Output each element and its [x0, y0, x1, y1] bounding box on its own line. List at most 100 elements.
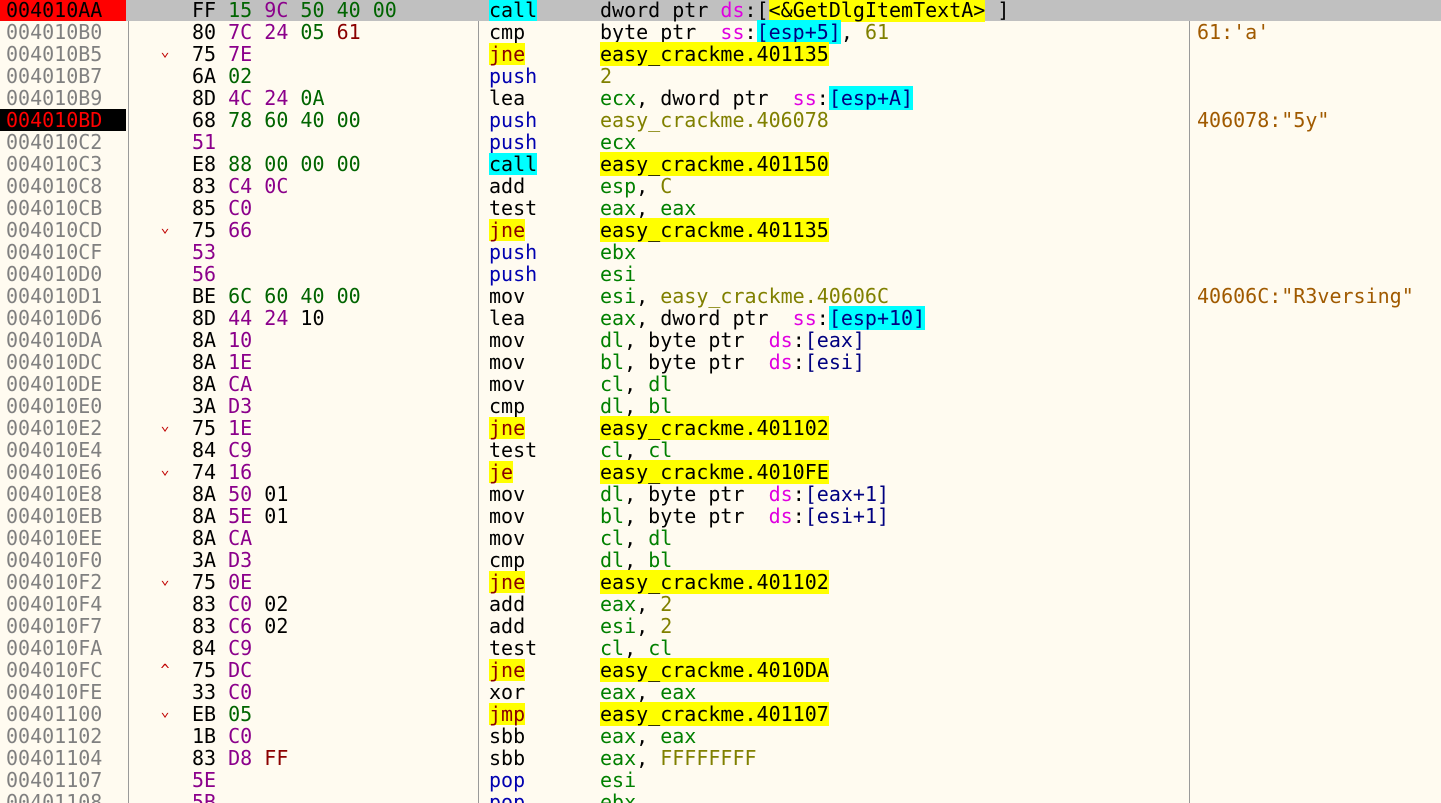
operand-token: , — [624, 372, 649, 396]
address[interactable]: 004010CB — [0, 197, 126, 219]
address[interactable]: 004010D6 — [0, 307, 126, 329]
operand-token: <&GetDlgItemTextA> — [768, 0, 986, 22]
address[interactable]: 004010F0 — [0, 549, 126, 571]
instruction-row[interactable]: 004010E4 84 C9 test cl, cl — [0, 439, 1441, 461]
address[interactable]: 004010C8 — [0, 175, 126, 197]
address[interactable]: 004010EB — [0, 505, 126, 527]
address[interactable]: 004010B7 — [0, 65, 126, 87]
instruction-row[interactable]: 004010AA FF 15 9C 50 40 00 call dword ptr d… — [0, 0, 1441, 22]
instruction-row[interactable]: 00401108 5B pop ebx — [0, 791, 1441, 803]
opcode-byte: 40 — [336, 0, 361, 22]
instruction-row[interactable]: 004010F0 3A D3 cmp dl, bl — [0, 549, 1441, 571]
address[interactable]: 00401108 — [0, 791, 126, 803]
instruction-row[interactable]: 004010CB 85 C0 test eax, eax — [0, 197, 1441, 219]
operands: esi — [600, 769, 636, 791]
address[interactable]: 004010CD — [0, 219, 126, 241]
instruction-row[interactable]: 004010DC 8A 1E mov bl, byte ptr ds:[esi] — [0, 351, 1441, 373]
instruction-row[interactable]: 004010C2 51 push ecx — [0, 131, 1441, 153]
address[interactable]: 004010B9 — [0, 87, 126, 109]
instruction-row[interactable]: 004010E6 ⌄ 74 16 je easy_crackme.4010FE — [0, 460, 1441, 484]
mnemonic: pop — [489, 768, 526, 792]
instruction-row[interactable]: 004010FA 84 C9 test cl, cl — [0, 637, 1441, 659]
operand-token: cl — [600, 372, 625, 396]
operand-token: ss — [792, 306, 817, 330]
instruction-row[interactable]: 004010D0 56 push esi — [0, 263, 1441, 285]
address[interactable]: 00401107 — [0, 769, 126, 791]
instruction-row[interactable]: 004010F2 ⌄ 75 0E jne easy_crackme.401102 — [0, 570, 1441, 594]
operand-token: 61 — [864, 20, 890, 44]
address[interactable]: 004010C2 — [0, 131, 126, 153]
instruction-row[interactable]: 004010FC ^ 75 DC jne easy_crackme.4010DA — [0, 658, 1441, 682]
mnemonic: lea — [489, 86, 526, 110]
opcode-byte: BE — [192, 284, 217, 308]
instruction-row[interactable]: 004010C8 83 C4 0C add esp, C — [0, 175, 1441, 197]
address[interactable]: 004010F2 — [0, 571, 126, 593]
opcode-byte: 10 — [300, 306, 325, 330]
opcode-bytes: 3A D3 — [192, 549, 252, 571]
address[interactable]: 004010AA — [0, 0, 126, 21]
instruction-row[interactable]: 004010CD ⌄ 75 66 jne easy_crackme.401135 — [0, 218, 1441, 242]
instruction-row[interactable]: 004010E2 ⌄ 75 1E jne easy_crackme.401102 — [0, 416, 1441, 440]
instruction-row[interactable]: 00401102 1B C0 sbb eax, eax — [0, 725, 1441, 747]
address[interactable]: 004010E6 — [0, 461, 126, 483]
opcode-byte: 8A — [192, 482, 217, 506]
address[interactable]: 004010B0 — [0, 21, 126, 43]
address[interactable]: 004010FE — [0, 681, 126, 703]
instruction-row[interactable]: 004010B7 6A 02 push 2 — [0, 65, 1441, 87]
instruction-row[interactable]: 004010D1 BE 6C 60 40 00 mov esi, easy_crack… — [0, 285, 1441, 307]
address[interactable]: 004010C3 — [0, 153, 126, 175]
opcode-bytes: 75 66 — [192, 219, 252, 241]
opcode-bytes: 75 7E — [192, 43, 252, 65]
instruction-row[interactable]: 004010E8 8A 50 01 mov dl, byte ptr ds:[eax+… — [0, 483, 1441, 505]
instruction-row[interactable]: 004010B0 80 7C 24 05 61 cmp byte ptr ss:[es… — [0, 20, 1441, 44]
instruction-row[interactable]: 004010C3 E8 88 00 00 00 call easy_crackme.4… — [0, 152, 1441, 176]
operands: ecx — [600, 131, 636, 153]
instruction-row[interactable]: 004010F4 83 C0 02 add eax, 2 — [0, 593, 1441, 615]
opcode-byte: C6 — [228, 614, 253, 638]
address[interactable]: 004010E4 — [0, 439, 126, 461]
mnemonic: call — [489, 0, 538, 22]
instruction-row[interactable]: 00401104 83 D8 FF sbb eax, FFFFFFFF — [0, 747, 1441, 769]
address[interactable]: 004010E2 — [0, 417, 126, 439]
instruction-row[interactable]: 004010BD 68 78 60 40 00 push easy_crackme.4… — [0, 109, 1441, 131]
instruction-row[interactable]: 004010DE 8A CA mov cl, dl — [0, 373, 1441, 395]
address[interactable]: 00401100 — [0, 703, 126, 725]
disassembly-view[interactable]: 004010AA FF 15 9C 50 40 00 call dword ptr d… — [0, 0, 1441, 803]
address[interactable]: 00401104 — [0, 747, 126, 769]
address[interactable]: 004010DC — [0, 351, 126, 373]
instruction-row[interactable]: 004010B9 8D 4C 24 0A lea ecx, dword ptr ss:… — [0, 86, 1441, 110]
address[interactable]: 004010FC — [0, 659, 126, 681]
address[interactable]: 004010EE — [0, 527, 126, 549]
instruction-row[interactable]: 004010EE 8A CA mov cl, dl — [0, 527, 1441, 549]
address[interactable]: 004010D0 — [0, 263, 126, 285]
instruction-row[interactable]: 004010EB 8A 5E 01 mov bl, byte ptr ds:[esi+… — [0, 505, 1441, 527]
opcode-bytes: 8A 1E — [192, 351, 252, 373]
address[interactable]: 004010CF — [0, 241, 126, 263]
opcode-byte: C9 — [228, 438, 253, 462]
instruction-row[interactable]: 004010DA 8A 10 mov dl, byte ptr ds:[eax] — [0, 329, 1441, 351]
instruction-row[interactable]: 004010CF 53 push ebx — [0, 241, 1441, 263]
address[interactable]: 004010B5 — [0, 43, 126, 65]
instruction-row[interactable]: 00401107 5E pop esi — [0, 769, 1441, 791]
instruction-row[interactable]: 004010F7 83 C6 02 add esi, 2 — [0, 615, 1441, 637]
instruction-row[interactable]: 004010D6 8D 44 24 10 lea eax, dword ptr ss:… — [0, 306, 1441, 330]
address[interactable]: 004010DE — [0, 373, 126, 395]
instruction-row[interactable]: 004010E0 3A D3 cmp dl, bl — [0, 395, 1441, 417]
instruction-row[interactable]: 004010B5 ⌄ 75 7E jne easy_crackme.401135 — [0, 42, 1441, 66]
address[interactable]: 00401102 — [0, 725, 126, 747]
address[interactable]: 004010BD — [0, 109, 126, 131]
address[interactable]: 004010E0 — [0, 395, 126, 417]
address[interactable]: 004010DA — [0, 329, 126, 351]
mnemonic: push — [489, 108, 538, 132]
operand-token: eax — [660, 680, 697, 704]
address[interactable]: 004010FA — [0, 637, 126, 659]
opcode-byte: C9 — [228, 636, 253, 660]
address[interactable]: 004010F4 — [0, 593, 126, 615]
instruction-row[interactable]: 00401100 ⌄ EB 05 jmp easy_crackme.401107 — [0, 702, 1441, 726]
opcode-byte: 0A — [300, 86, 325, 110]
address[interactable]: 004010D1 — [0, 285, 126, 307]
instruction-row[interactable]: 004010FE 33 C0 xor eax, eax — [0, 681, 1441, 703]
address[interactable]: 004010F7 — [0, 615, 126, 637]
opcode-byte: 24 — [264, 306, 289, 330]
address[interactable]: 004010E8 — [0, 483, 126, 505]
